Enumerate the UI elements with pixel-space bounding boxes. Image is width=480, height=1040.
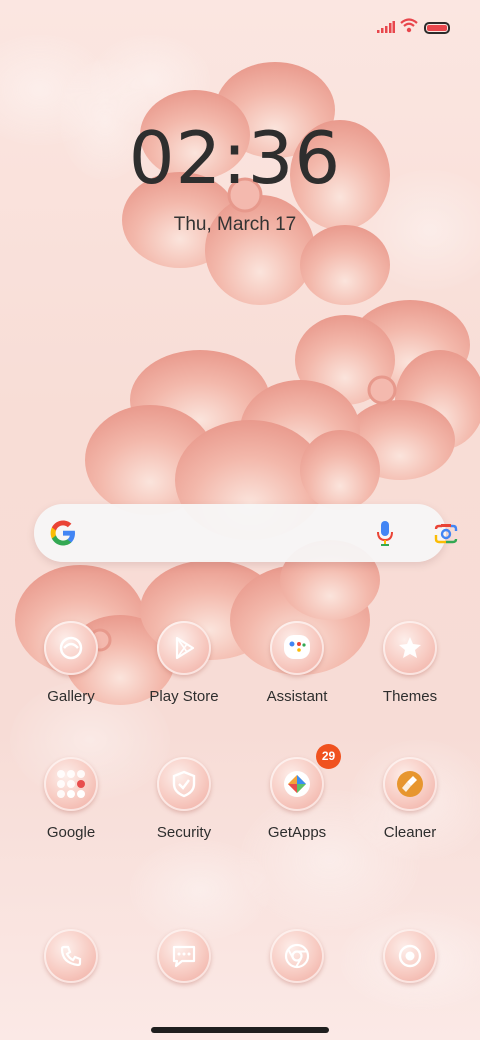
play-store-icon: [157, 621, 211, 675]
app-label: Security: [156, 824, 212, 841]
google-g-icon: [50, 520, 75, 546]
dock-chrome[interactable]: [270, 929, 324, 983]
app-themes[interactable]: Themes: [354, 621, 466, 706]
cleaner-brush-icon: [383, 757, 437, 811]
app-security[interactable]: Security: [128, 757, 240, 842]
gallery-icon: [44, 621, 98, 675]
cellular-signal-icon: [377, 21, 395, 33]
dock-phone[interactable]: [44, 929, 98, 983]
clock-widget[interactable]: 02:36 Thu, March 17: [0, 118, 470, 236]
dock-camera[interactable]: [383, 929, 437, 983]
getapps-icon: [270, 757, 324, 811]
app-assistant[interactable]: Assistant: [241, 621, 353, 706]
chrome-icon: [270, 929, 324, 983]
app-label: Play Store: [149, 688, 219, 705]
google-search-bar[interactable]: [34, 504, 458, 562]
phone-icon: [44, 929, 98, 983]
themes-icon: [383, 621, 437, 675]
battery-icon: [424, 22, 450, 34]
dock-messages[interactable]: [157, 929, 211, 983]
security-shield-icon: [157, 757, 211, 811]
messages-icon: [157, 929, 211, 983]
app-google-folder[interactable]: Google: [15, 757, 127, 842]
app-label: Assistant: [266, 688, 328, 705]
google-folder-icon: [44, 757, 98, 811]
app-cleaner[interactable]: Cleaner: [354, 757, 466, 842]
microphone-icon[interactable]: [376, 521, 394, 547]
clock-time: 02:36: [128, 116, 342, 200]
assistant-icon: [270, 621, 324, 675]
app-gallery[interactable]: Gallery: [15, 621, 127, 706]
app-label: GetApps: [267, 824, 327, 841]
app-label: Cleaner: [383, 824, 437, 841]
status-bar: [0, 0, 480, 48]
wifi-icon: [400, 18, 418, 33]
clock-date: Thu, March 17: [173, 214, 297, 235]
app-getapps[interactable]: 29 GetApps: [241, 744, 353, 842]
google-lens-icon[interactable]: [433, 523, 459, 545]
app-label: Gallery: [47, 688, 95, 705]
app-label: Themes: [382, 688, 438, 705]
notification-badge: 29: [316, 744, 341, 769]
camera-icon: [383, 929, 437, 983]
app-label: Google: [46, 824, 96, 841]
app-play-store[interactable]: Play Store: [128, 621, 240, 706]
home-indicator[interactable]: [151, 1027, 329, 1033]
